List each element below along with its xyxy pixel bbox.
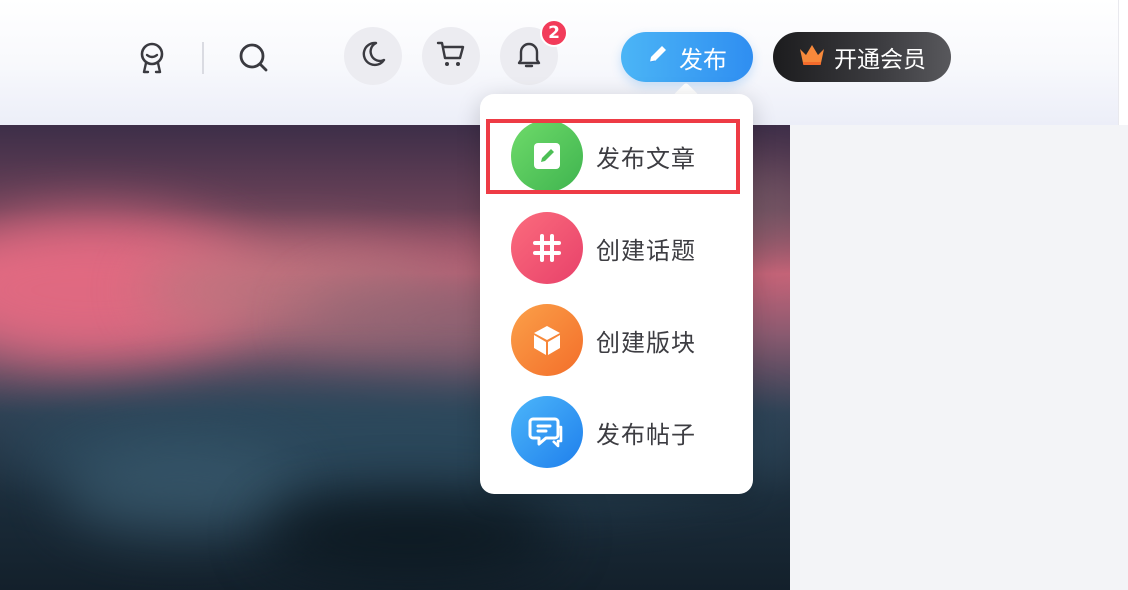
medal-icon[interactable] [134, 40, 170, 76]
cart-button[interactable] [422, 27, 480, 85]
menu-item-create-section[interactable]: 创建版块 [480, 300, 753, 380]
publish-button[interactable]: 发布 [621, 32, 753, 82]
menu-item-publish-post[interactable]: 发布帖子 [480, 392, 753, 472]
menu-item-label: 创建版块 [596, 328, 696, 357]
bell-icon [515, 39, 543, 73]
hashtag-icon [511, 212, 583, 284]
scrollbar[interactable] [1118, 0, 1128, 125]
edit-icon [511, 120, 583, 192]
cart-icon [436, 39, 466, 73]
dark-mode-button[interactable] [344, 27, 402, 85]
menu-item-label: 发布帖子 [596, 420, 696, 449]
vip-label: 开通会员 [834, 47, 926, 73]
crown-icon [798, 42, 826, 72]
menu-item-publish-article[interactable]: 发布文章 [480, 116, 753, 196]
sidebar-background [790, 125, 1128, 590]
pencil-icon [647, 43, 669, 71]
publish-dropdown: 发布文章 创建话题 创建版块 发布帖子 [480, 94, 753, 494]
menu-item-create-topic[interactable]: 创建话题 [480, 208, 753, 288]
page: 2 发布 开通会员 发布文章 创建话题 创建版块 发布帖子 [0, 0, 1128, 590]
header-divider [202, 42, 204, 74]
chat-icon [511, 396, 583, 468]
vip-button[interactable]: 开通会员 [773, 32, 951, 82]
publish-label: 发布 [679, 45, 727, 74]
menu-item-label: 发布文章 [596, 144, 696, 173]
menu-item-label: 创建话题 [596, 236, 696, 265]
notification-badge: 2 [540, 19, 568, 47]
cube-icon [511, 304, 583, 376]
moon-icon [359, 40, 387, 72]
search-icon[interactable] [236, 40, 272, 76]
